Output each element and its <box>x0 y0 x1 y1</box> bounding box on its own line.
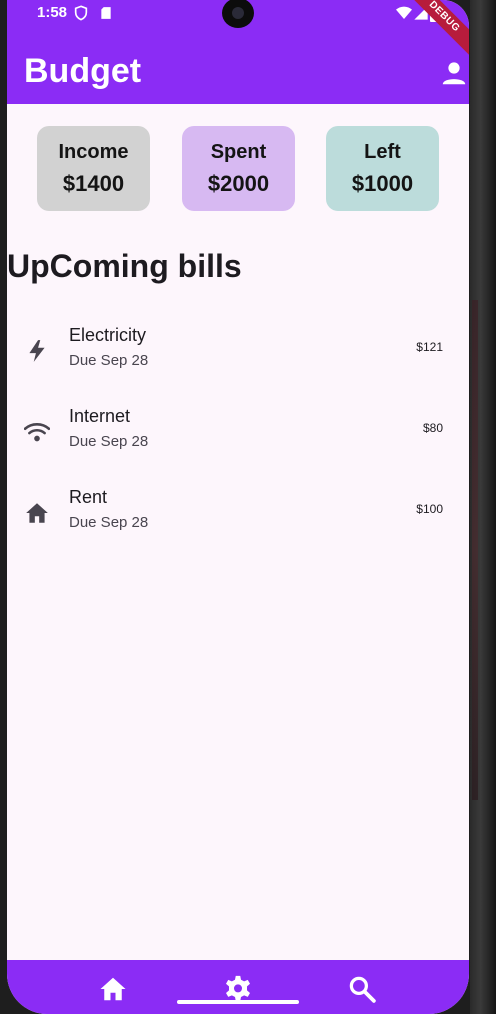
device-frame: 1:58 DEBUG Budget Income $1400 Spent $20… <box>0 0 496 1014</box>
home-icon <box>24 500 50 526</box>
bill-due-date: Due Sep 28 <box>69 514 149 531</box>
spent-card[interactable]: Spent $2000 <box>182 126 295 211</box>
bottom-nav <box>7 960 469 1014</box>
section-title: UpComing bills <box>7 248 242 284</box>
left-card[interactable]: Left $1000 <box>326 126 439 211</box>
bill-amount: $80 <box>422 421 443 435</box>
income-value: $1400 <box>62 171 125 196</box>
device-bezel-edge <box>472 300 478 800</box>
bill-name: Rent <box>69 487 108 507</box>
app-screen: 1:58 DEBUG Budget Income $1400 Spent $20… <box>7 0 469 1014</box>
bill-due-date: Due Sep 28 <box>69 433 149 450</box>
home-icon[interactable] <box>98 974 128 1004</box>
left-value: $1000 <box>351 171 414 196</box>
page-title: Budget <box>24 52 142 90</box>
bill-item-rent[interactable]: Rent Due Sep 28 $100 <box>7 479 469 543</box>
app-bar: 1:58 DEBUG Budget <box>7 0 469 104</box>
bill-due-date: Due Sep 28 <box>69 352 149 369</box>
person-icon[interactable] <box>439 58 469 88</box>
wifi-icon <box>395 5 413 25</box>
income-card[interactable]: Income $1400 <box>37 126 150 211</box>
bill-amount: $121 <box>416 340 443 354</box>
search-icon[interactable] <box>347 974 377 1004</box>
shield-icon <box>73 5 89 25</box>
summary-cards: Income $1400 Spent $2000 Left $1000 <box>7 126 469 212</box>
bolt-icon <box>24 338 50 364</box>
bill-item-electricity[interactable]: Electricity Due Sep 28 $121 <box>7 317 469 381</box>
bill-name: Internet <box>69 406 131 426</box>
bill-amount: $100 <box>416 502 443 516</box>
income-label: Income <box>58 141 129 163</box>
bill-item-internet[interactable]: Internet Due Sep 28 $80 <box>7 398 469 462</box>
bill-name: Electricity <box>69 325 147 345</box>
sd-card-icon <box>99 5 113 25</box>
left-label: Left <box>364 141 401 163</box>
gesture-bar <box>177 1000 299 1004</box>
wifi-icon <box>23 419 51 445</box>
spent-label: Spent <box>210 141 267 163</box>
spent-value: $2000 <box>207 171 270 196</box>
status-time: 1:58 <box>37 4 68 21</box>
